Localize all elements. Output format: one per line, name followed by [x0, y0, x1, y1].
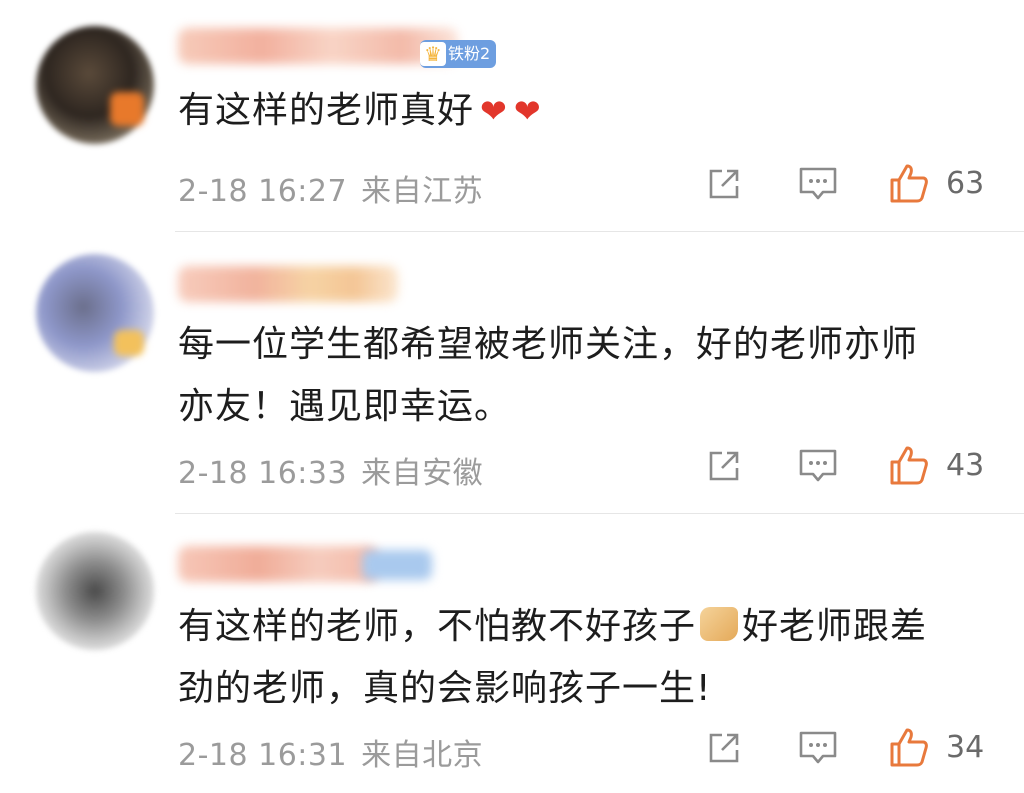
like-count: 43 — [946, 448, 985, 483]
username-blurred[interactable] — [178, 28, 458, 64]
comment-1: ♛ 铁粉2 有这样的老师真好 ❤ ❤ 2-18 16:27 来自江苏 63 — [0, 0, 1024, 232]
comment-2: 每一位学生都希望被老师关注，好的老师亦师 亦友！遇见即幸运。 2-18 16:3… — [0, 232, 1024, 514]
share-button[interactable] — [704, 164, 744, 204]
comment-text: 有这样的老师真好 ❤ ❤ — [178, 80, 542, 142]
comment-line-1: 有这样的老师，不怕教不好孩子 好老师跟差 — [178, 596, 927, 658]
location: 来自安徽 — [361, 456, 484, 491]
like-icon — [890, 164, 928, 203]
avatar[interactable] — [36, 26, 154, 144]
comment-icon — [799, 449, 837, 482]
comment-meta: 2-18 16:31 来自北京 — [178, 730, 483, 774]
timestamp: 2-18 16:31 — [178, 738, 348, 773]
comment-text: 有这样的老师，不怕教不好孩子 好老师跟差 劲的老师，真的会影响孩子一生! — [178, 596, 927, 720]
comment-button[interactable] — [796, 728, 840, 768]
timestamp: 2-18 16:27 — [178, 174, 348, 209]
like-button[interactable] — [886, 724, 932, 770]
share-button[interactable] — [704, 446, 744, 486]
share-icon — [709, 169, 739, 199]
comment-button[interactable] — [796, 164, 840, 204]
crown-icon: ♛ — [420, 42, 446, 66]
comment-line: 每一位学生都希望被老师关注，好的老师亦师 — [178, 324, 919, 365]
comment-text-part: 好老师跟差 — [742, 606, 928, 647]
avatar[interactable] — [36, 254, 154, 372]
like-icon — [890, 728, 928, 767]
badge-label: 铁粉2 — [448, 44, 491, 63]
comment-line: 亦友！遇见即幸运。 — [178, 386, 512, 427]
share-icon — [709, 451, 739, 481]
comment-meta: 2-18 16:27 来自江苏 — [178, 166, 483, 210]
comment-text-part: 有这样的老师，不怕教不好孩子 — [178, 606, 697, 647]
heart-icon: ❤ — [513, 92, 542, 130]
comment-button[interactable] — [796, 446, 840, 486]
comment-line: 有这样的老师真好 — [178, 90, 475, 131]
like-icon — [890, 446, 928, 485]
location: 来自北京 — [361, 738, 484, 773]
username-blurred[interactable] — [178, 266, 398, 302]
comment-3: 有这样的老师，不怕教不好孩子 好老师跟差 劲的老师，真的会影响孩子一生! 2-18… — [0, 514, 1024, 793]
comment-meta: 2-18 16:33 来自安徽 — [178, 448, 483, 492]
thumbs-up-emoji — [700, 607, 739, 641]
comment-icon — [799, 167, 837, 200]
like-count: 63 — [946, 166, 985, 201]
username-blurred[interactable] — [178, 546, 378, 582]
location: 来自江苏 — [361, 174, 484, 209]
username-badge-blurred — [362, 550, 432, 580]
timestamp: 2-18 16:33 — [178, 456, 348, 491]
comment-text: 每一位学生都希望被老师关注，好的老师亦师 亦友！遇见即幸运。 — [178, 314, 918, 438]
avatar[interactable] — [36, 532, 154, 650]
share-icon — [709, 733, 739, 763]
fan-badge: ♛ 铁粉2 — [420, 40, 497, 68]
like-count: 34 — [946, 730, 985, 765]
comment-icon — [799, 731, 837, 764]
like-button[interactable] — [886, 160, 932, 206]
share-button[interactable] — [704, 728, 744, 768]
comment-line-2: 劲的老师，真的会影响孩子一生! — [178, 668, 712, 709]
heart-icon: ❤ — [480, 92, 508, 130]
like-button[interactable] — [886, 442, 932, 488]
